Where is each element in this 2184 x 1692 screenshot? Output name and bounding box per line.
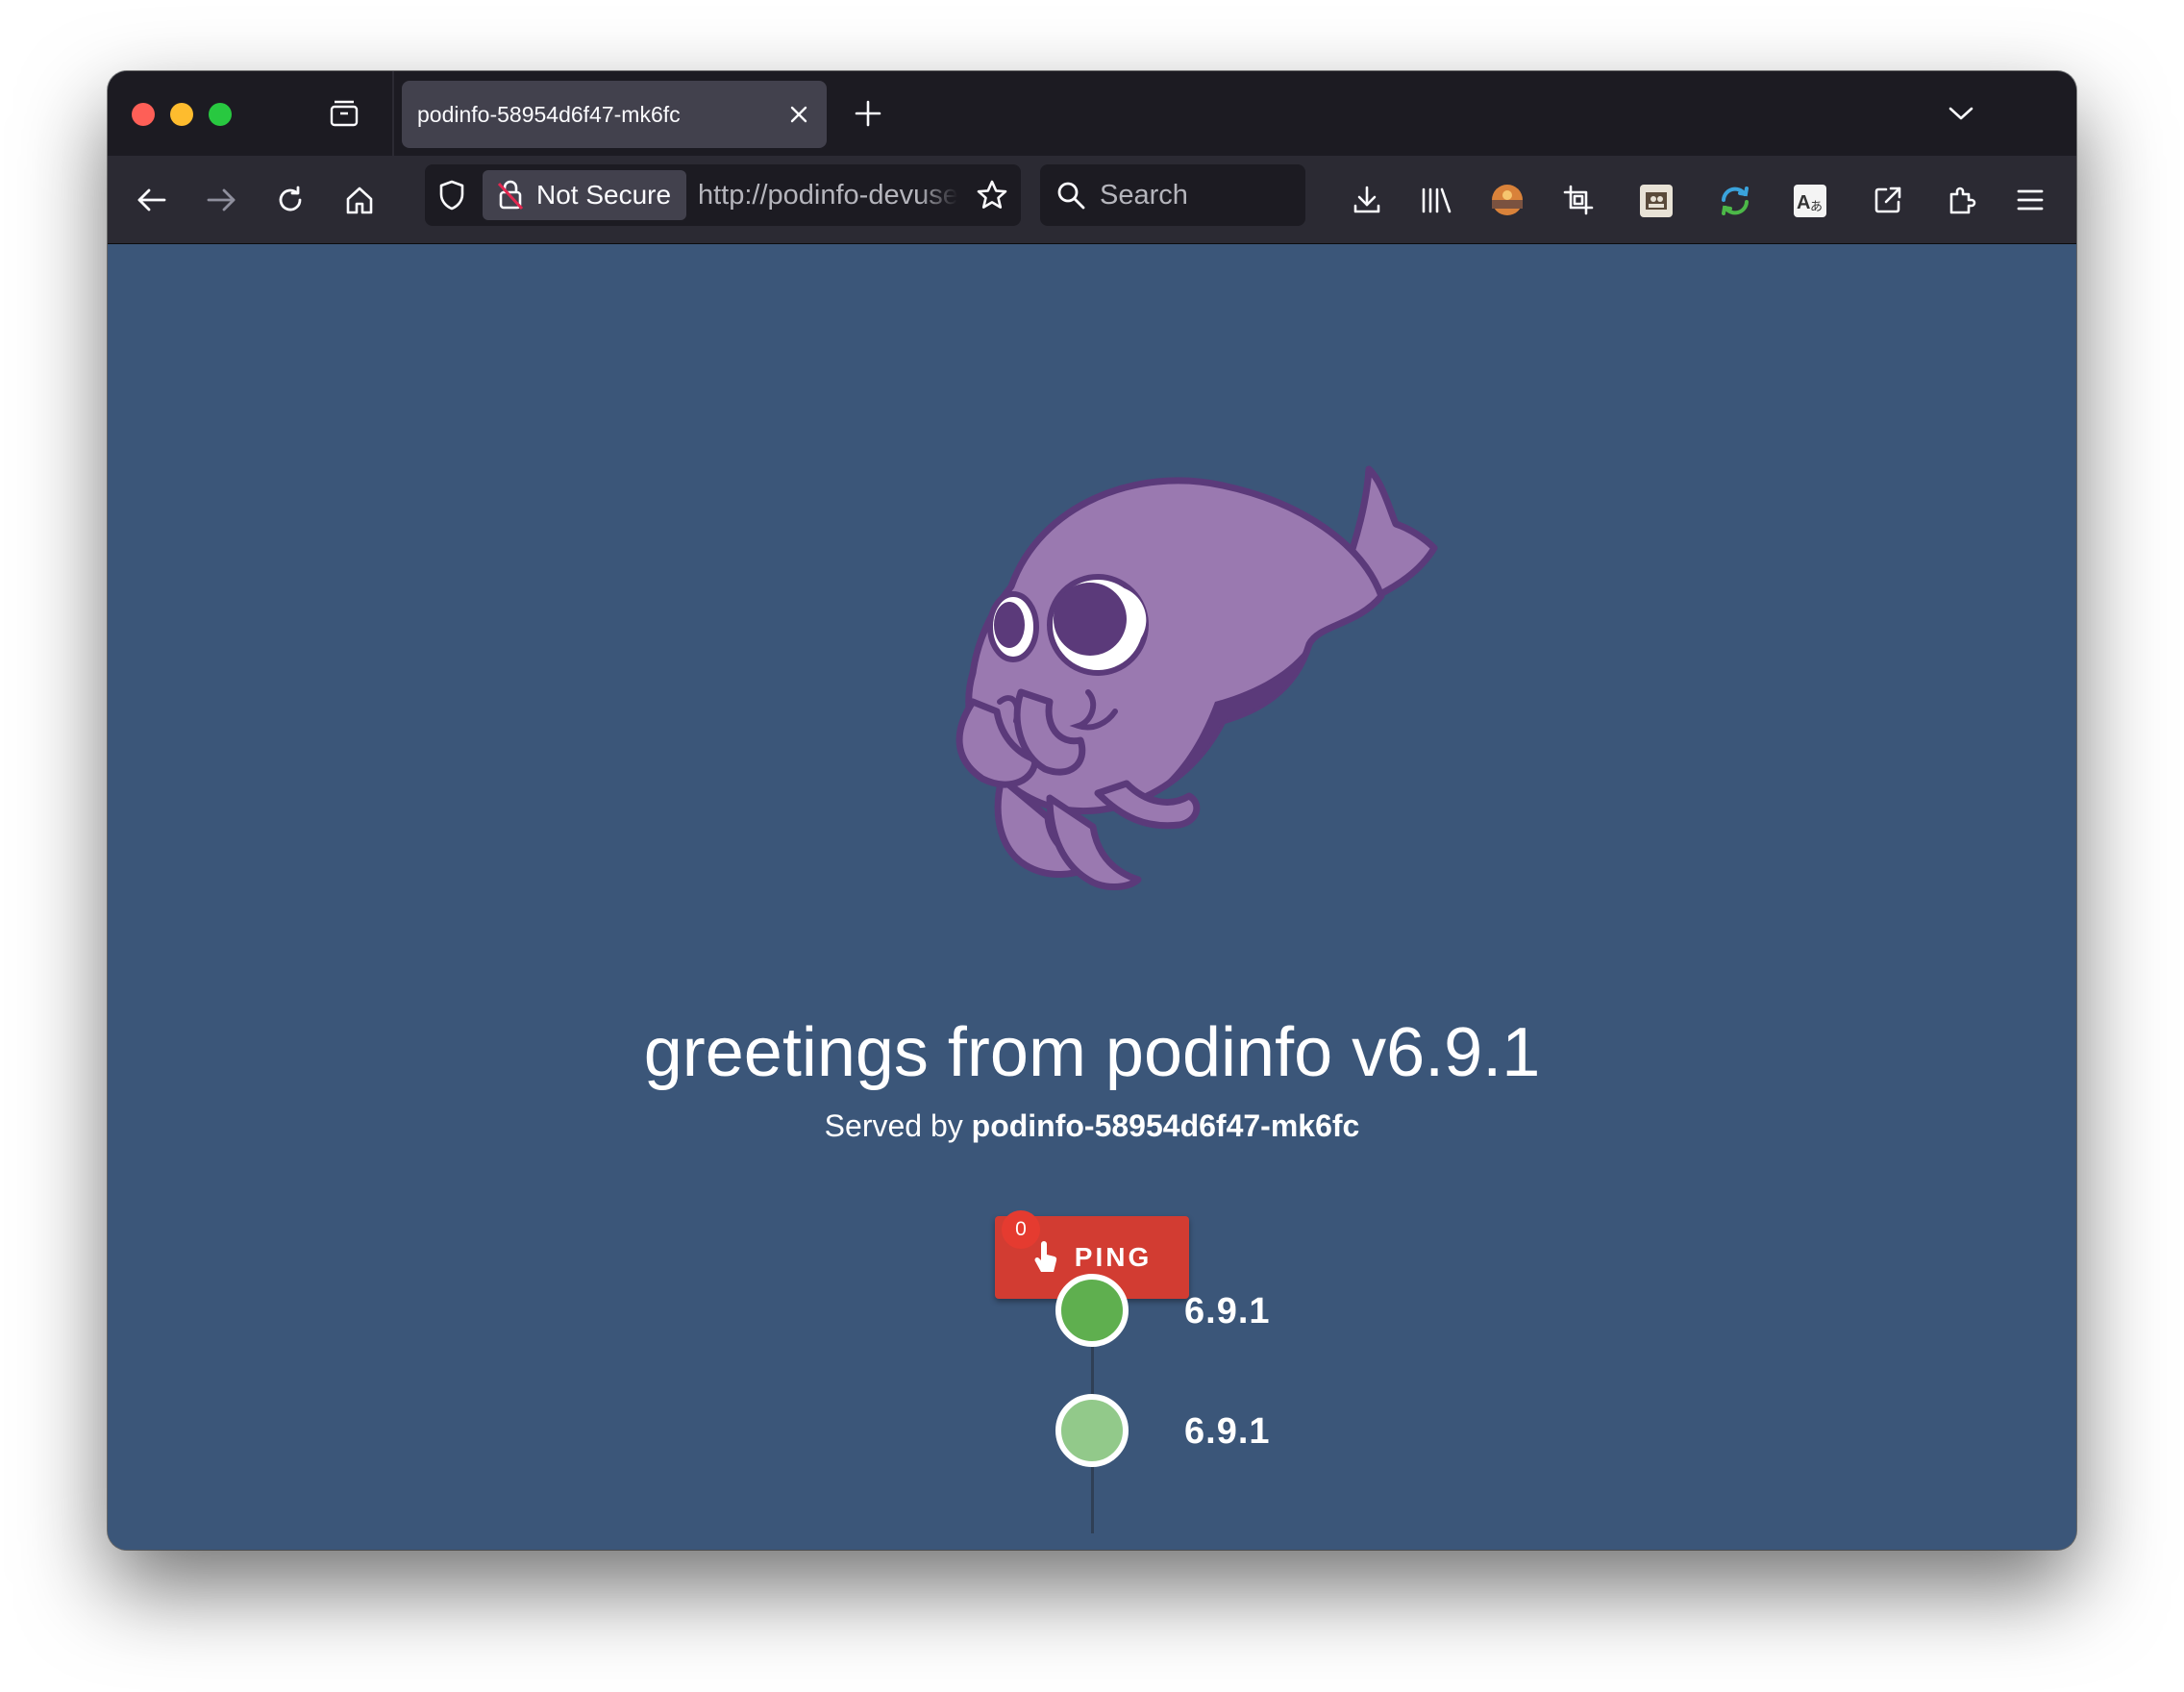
- not-secure-label: Not Secure: [536, 180, 672, 210]
- list-all-tabs-icon[interactable]: [1944, 96, 1978, 131]
- pointing-hand-icon: [1034, 1241, 1056, 1272]
- page-content: greetings from podinfo v6.9.1 Served by …: [108, 245, 2076, 1550]
- translate-extension-icon[interactable]: A あ: [1794, 185, 1826, 217]
- close-window-button[interactable]: [132, 103, 155, 126]
- ping-count-badge: 0: [1002, 1210, 1040, 1249]
- minimize-window-button[interactable]: [170, 103, 193, 126]
- ping-button-label: PING: [1074, 1242, 1153, 1272]
- library-icon[interactable]: [1419, 183, 1453, 217]
- extension-photo-icon[interactable]: [1640, 185, 1673, 217]
- timeline-version-label: 6.9.1: [1184, 1411, 1271, 1452]
- new-tab-icon[interactable]: [851, 96, 885, 131]
- search-icon: [1054, 178, 1088, 212]
- forward-arrow-icon[interactable]: [204, 183, 238, 217]
- close-tab-icon[interactable]: [784, 100, 813, 129]
- timeline-dot: [1055, 1394, 1129, 1467]
- not-secure-badge[interactable]: Not Secure: [483, 170, 686, 220]
- url-text[interactable]: http://podinfo-devuse: [698, 164, 957, 226]
- search-placeholder: Search: [1100, 180, 1188, 211]
- browser-window: podinfo-58954d6f47-mk6fc Not Secure http…: [108, 71, 2076, 1550]
- app-menu-hamburger-icon[interactable]: [2013, 183, 2048, 217]
- tab-strip: podinfo-58954d6f47-mk6fc: [108, 71, 2076, 156]
- served-by-host: podinfo-58954d6f47-mk6fc: [971, 1108, 1360, 1143]
- sync-extension-icon[interactable]: [1717, 183, 1753, 219]
- home-icon[interactable]: [342, 183, 377, 217]
- address-bar[interactable]: Not Secure http://podinfo-devuse: [425, 164, 1021, 226]
- tab-podinfo[interactable]: podinfo-58954d6f47-mk6fc: [402, 81, 827, 148]
- extensions-puzzle-icon[interactable]: [1944, 183, 1978, 217]
- screenshot-crop-icon[interactable]: [1561, 183, 1596, 217]
- timeline-dot: [1055, 1274, 1129, 1347]
- back-arrow-icon[interactable]: [135, 183, 169, 217]
- reload-icon[interactable]: [273, 183, 308, 217]
- zoom-window-button[interactable]: [209, 103, 232, 126]
- svg-text:あ: あ: [1810, 200, 1823, 214]
- tab-title: podinfo-58954d6f47-mk6fc: [417, 102, 681, 127]
- search-bar[interactable]: Search: [1040, 164, 1305, 226]
- served-by-prefix: Served by: [824, 1108, 963, 1143]
- open-external-icon[interactable]: [1871, 183, 1905, 217]
- downloads-icon[interactable]: [1350, 183, 1384, 217]
- profile-avatar-icon[interactable]: [1488, 181, 1526, 219]
- tab-strip-separator: [392, 71, 394, 156]
- page-title: greetings from podinfo v6.9.1: [643, 1014, 1541, 1091]
- firefox-view-icon[interactable]: [327, 96, 361, 131]
- insecure-lock-icon: [494, 179, 527, 212]
- bookmark-star-icon[interactable]: [975, 178, 1009, 212]
- served-by-text: Served by podinfo-58954d6f47-mk6fc: [108, 1107, 2076, 1145]
- timeline-version-label: 6.9.1: [1184, 1291, 1271, 1331]
- svg-text:A: A: [1797, 192, 1810, 213]
- nav-toolbar: Not Secure http://podinfo-devuse Search: [108, 156, 2076, 244]
- tracking-protection-shield-icon[interactable]: [434, 178, 469, 212]
- cuttlefish-mascot-logo: [956, 465, 1438, 890]
